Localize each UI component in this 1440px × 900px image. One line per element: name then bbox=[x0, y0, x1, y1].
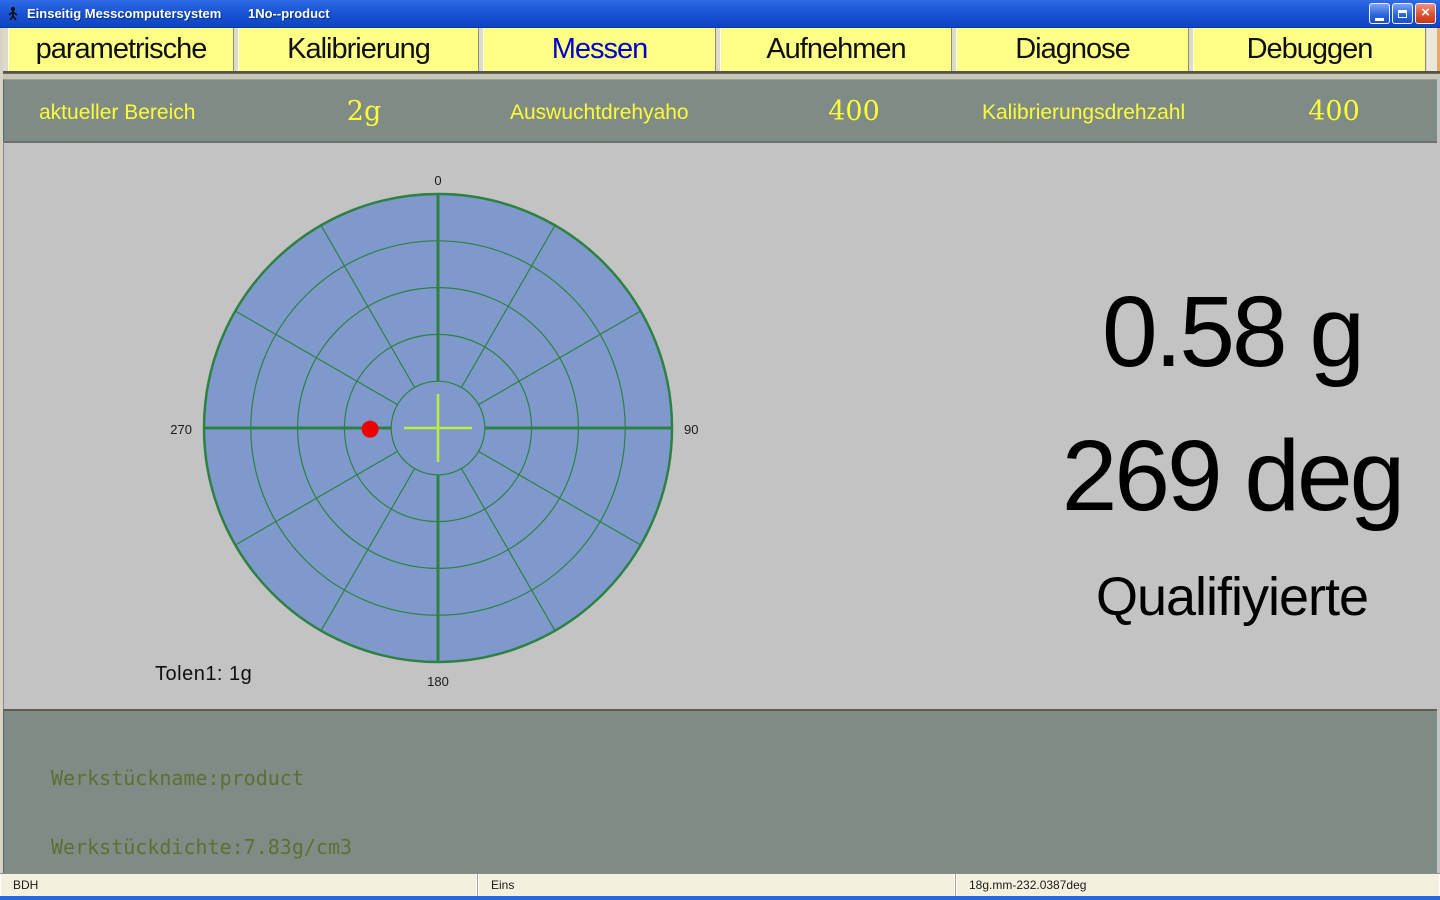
close-button[interactable]: × bbox=[1415, 3, 1436, 24]
bottom-accent-line bbox=[0, 896, 1440, 900]
tab-kalibrierung[interactable]: Kalibrierung bbox=[238, 28, 479, 71]
restore-icon bbox=[1398, 10, 1407, 18]
workpiece-line: Werkstückdichte:7.83g/cm3 bbox=[51, 836, 376, 859]
balance-speed-label: Auswuchtdrehyaho bbox=[510, 100, 689, 126]
balance-speed-value: 400 bbox=[809, 97, 899, 127]
minimize-icon bbox=[1375, 18, 1384, 21]
tab-bar-edge-strip bbox=[1427, 28, 1440, 71]
info-bar: aktueller Bereich 2g Auswuchtdrehyaho 40… bbox=[3, 79, 1437, 141]
polar-chart-wrap: 0 90 180 270 bbox=[141, 147, 741, 717]
window-subtitle: 1No--product bbox=[248, 6, 330, 21]
window-title: Einseitig Messcomputersystem bbox=[27, 6, 221, 21]
workpiece-panel: Werkstückname:product Werkstückdichte:7.… bbox=[3, 709, 1437, 873]
range-label: aktueller Bereich bbox=[39, 100, 195, 126]
tab-diagnose[interactable]: Diagnose bbox=[956, 28, 1189, 71]
tolerance-label: Tolen1: 1g bbox=[155, 663, 252, 686]
window-left-edge bbox=[0, 28, 3, 873]
svg-text:270: 270 bbox=[170, 422, 192, 437]
title-bar: Einseitig Messcomputersystem 1No--produc… bbox=[0, 0, 1440, 28]
unbalance-angle: 269 deg bbox=[1029, 426, 1435, 526]
tab-parametrische[interactable]: parametrische bbox=[8, 28, 234, 71]
svg-text:90: 90 bbox=[684, 422, 698, 437]
app-window: Einseitig Messcomputersystem 1No--produc… bbox=[0, 0, 1440, 900]
minimize-button[interactable] bbox=[1369, 3, 1390, 24]
close-icon: × bbox=[1421, 5, 1430, 20]
calibration-speed-label: Kalibrierungsdrehzahl bbox=[982, 100, 1185, 126]
status-cell-left: BDH bbox=[0, 874, 478, 896]
status-cell-middle: Eins bbox=[478, 874, 956, 896]
main-area: 0 90 180 270 Tolen1: 1g 0.58 g 269 deg Qual… bbox=[3, 141, 1437, 709]
status-bar: BDH Eins 18g.mm-232.0387deg bbox=[0, 873, 1440, 896]
workpiece-line: Werkstückname:product bbox=[51, 767, 376, 790]
qualification-status: Qualifiyierte bbox=[1029, 570, 1435, 624]
tab-bar: parametrische Kalibrierung Messen Aufneh… bbox=[0, 28, 1440, 73]
tab-aufnehmen[interactable]: Aufnehmen bbox=[720, 28, 952, 71]
range-value: 2g bbox=[314, 97, 414, 127]
restore-button[interactable] bbox=[1392, 3, 1413, 24]
status-cell-right: 18g.mm-232.0387deg bbox=[956, 874, 1440, 896]
svg-text:180: 180 bbox=[427, 674, 449, 689]
app-icon bbox=[5, 6, 21, 22]
unbalance-amount: 0.58 g bbox=[1029, 282, 1435, 382]
svg-text:0: 0 bbox=[434, 173, 441, 188]
window-controls: × bbox=[1369, 3, 1436, 24]
tab-debuggen[interactable]: Debuggen bbox=[1193, 28, 1426, 71]
tab-messen[interactable]: Messen bbox=[483, 28, 716, 71]
polar-chart: 0 90 180 270 bbox=[141, 147, 741, 717]
calibration-speed-value: 400 bbox=[1289, 97, 1379, 127]
